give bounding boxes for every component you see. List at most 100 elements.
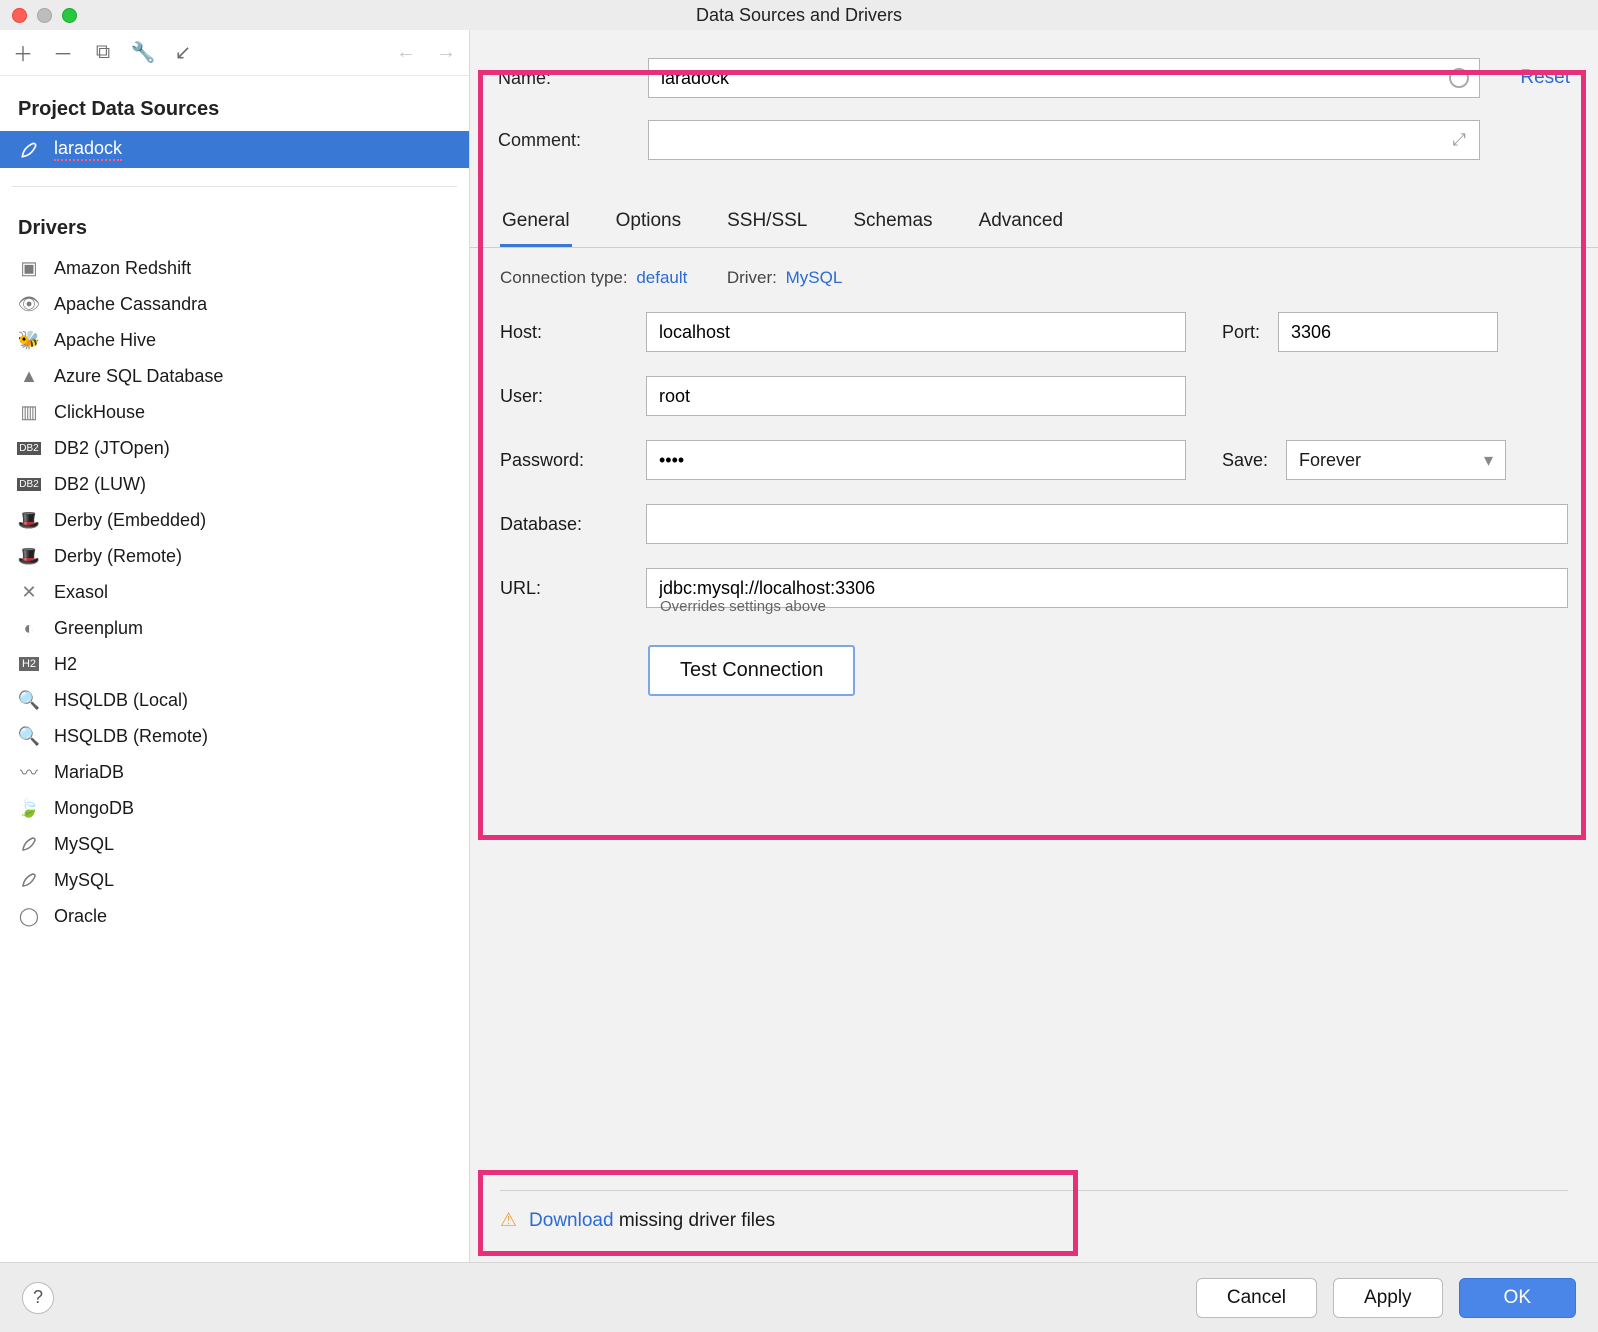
bars-icon: ▥ [18, 401, 40, 423]
host-input[interactable] [646, 312, 1186, 352]
comment-input[interactable] [648, 120, 1480, 160]
user-label: User: [500, 386, 628, 407]
sidebar-item-label: Apache Hive [54, 330, 156, 351]
database-label: Database: [500, 514, 628, 535]
reset-link[interactable]: Reset [1520, 67, 1570, 89]
sidebar-item-hsqldb-remote[interactable]: 🔍 HSQLDB (Remote) [0, 718, 469, 754]
sidebar-item-label: Oracle [54, 906, 107, 927]
port-label: Port: [1222, 322, 1260, 343]
sidebar-item-greenplum[interactable]: ◐ Greenplum [0, 610, 469, 646]
search-icon: 🔍 [18, 725, 40, 747]
dialog-title: Data Sources and Drivers [696, 5, 902, 26]
apply-button[interactable]: Apply [1333, 1278, 1443, 1318]
window-controls [12, 8, 77, 23]
tab-general[interactable]: General [500, 210, 572, 247]
sidebar-item-exasol[interactable]: ✕ Exasol [0, 574, 469, 610]
oracle-icon: ◯ [18, 905, 40, 927]
sidebar-item-apache-cassandra[interactable]: 👁 Apache Cassandra [0, 286, 469, 322]
sidebar-item-amazon-redshift[interactable]: ▣Amazon Redshift [0, 250, 469, 286]
sidebar-item-oracle[interactable]: ◯ Oracle [0, 898, 469, 934]
sidebar-item-derby-embedded[interactable]: 🎩 Derby (Embedded) [0, 502, 469, 538]
conn-type-label: Connection type: [500, 268, 628, 287]
circle-icon: ◐ [18, 617, 40, 639]
sidebar-item-label: laradock [54, 138, 122, 161]
tab-options[interactable]: Options [614, 210, 683, 247]
sidebar-item-db2-jtopen[interactable]: DB2DB2 (JTOpen) [0, 430, 469, 466]
sidebar-item-mongodb[interactable]: 🍃MongoDB [0, 790, 469, 826]
sidebar-item-h2[interactable]: H2 H2 [0, 646, 469, 682]
sidebar-item-label: Derby (Embedded) [54, 510, 206, 531]
sidebar-item-label: Apache Cassandra [54, 294, 207, 315]
host-label: Host: [500, 322, 628, 343]
sidebar-item-azure-sql[interactable]: ▲Azure SQL Database [0, 358, 469, 394]
sidebar-item-mysql-2[interactable]: MySQL [0, 862, 469, 898]
seal-icon: 〰 [18, 761, 40, 783]
password-input[interactable] [646, 440, 1186, 480]
azure-icon: ▲ [18, 365, 40, 387]
user-input[interactable] [646, 376, 1186, 416]
name-input[interactable] [648, 58, 1480, 98]
zoom-window-icon[interactable] [62, 8, 77, 23]
comment-label: Comment: [498, 130, 648, 151]
sidebar: ＋ － ⧉ 🔧 ↙ ← → Project Data Sources larad… [0, 30, 470, 1262]
download-link[interactable]: Download [529, 1210, 614, 1231]
port-input[interactable] [1278, 312, 1498, 352]
sidebar-item-label: Exasol [54, 582, 108, 603]
sidebar-item-label: DB2 (LUW) [54, 474, 146, 495]
ok-button[interactable]: OK [1459, 1278, 1576, 1318]
save-select[interactable]: Forever ▾ [1286, 440, 1506, 480]
bee-icon: 🐝 [18, 329, 40, 351]
eye-icon: 👁 [18, 293, 40, 315]
sidebar-divider [12, 186, 457, 187]
feather-icon [18, 869, 40, 891]
sidebar-item-label: H2 [54, 654, 77, 675]
test-connection-button[interactable]: Test Connection [648, 645, 855, 696]
sidebar-item-mariadb[interactable]: 〰 MariaDB [0, 754, 469, 790]
sidebar-item-apache-hive[interactable]: 🐝 Apache Hive [0, 322, 469, 358]
status-indicator-icon [1448, 67, 1470, 89]
sidebar-item-laradock[interactable]: laradock [0, 131, 469, 168]
leaf-icon: 🍃 [18, 797, 40, 819]
section-title-drivers: Drivers [0, 195, 469, 250]
database-input[interactable] [646, 504, 1568, 544]
sidebar-item-label: HSQLDB (Remote) [54, 726, 208, 747]
expand-icon[interactable]: ⤢ [1448, 129, 1470, 151]
titlebar: Data Sources and Drivers [0, 0, 1598, 30]
sidebar-item-label: MariaDB [54, 762, 124, 783]
sidebar-item-label: Greenplum [54, 618, 143, 639]
sidebar-item-label: MySQL [54, 870, 114, 891]
h2-icon: H2 [18, 653, 40, 675]
download-row: ⚠ Download missing driver files [500, 1190, 1568, 1232]
back-icon: ← [395, 42, 417, 64]
minimize-window-icon [37, 8, 52, 23]
sidebar-item-label: ClickHouse [54, 402, 145, 423]
hat-icon: 🎩 [18, 545, 40, 567]
tabs: General Options SSH/SSL Schemas Advanced [470, 200, 1598, 248]
sidebar-item-clickhouse[interactable]: ▥ ClickHouse [0, 394, 469, 430]
sidebar-item-mysql-1[interactable]: MySQL [0, 826, 469, 862]
tab-advanced[interactable]: Advanced [977, 210, 1066, 247]
cancel-button[interactable]: Cancel [1196, 1278, 1317, 1318]
copy-icon[interactable]: ⧉ [92, 42, 114, 64]
wrench-icon[interactable]: 🔧 [132, 42, 154, 64]
tab-ssh-ssl[interactable]: SSH/SSL [725, 210, 809, 247]
close-window-icon[interactable] [12, 8, 27, 23]
sidebar-toolbar: ＋ － ⧉ 🔧 ↙ ← → [0, 30, 469, 76]
driver-link[interactable]: MySQL [786, 268, 843, 287]
add-icon[interactable]: ＋ [12, 42, 34, 64]
driver-label: Driver: [727, 268, 777, 287]
import-icon[interactable]: ↙ [172, 42, 194, 64]
help-button[interactable]: ? [22, 1282, 54, 1314]
save-label: Save: [1222, 450, 1268, 471]
sidebar-item-derby-remote[interactable]: 🎩Derby (Remote) [0, 538, 469, 574]
x-icon: ✕ [18, 581, 40, 603]
conn-type-link[interactable]: default [636, 268, 687, 287]
cube-icon: ▣ [18, 257, 40, 279]
section-title-sources: Project Data Sources [0, 76, 469, 131]
remove-icon[interactable]: － [52, 42, 74, 64]
tab-schemas[interactable]: Schemas [851, 210, 934, 247]
sidebar-item-db2-luw[interactable]: DB2DB2 (LUW) [0, 466, 469, 502]
sidebar-item-hsqldb-local[interactable]: 🔍HSQLDB (Local) [0, 682, 469, 718]
name-label: Name: [498, 68, 648, 89]
hat-icon: 🎩 [18, 509, 40, 531]
